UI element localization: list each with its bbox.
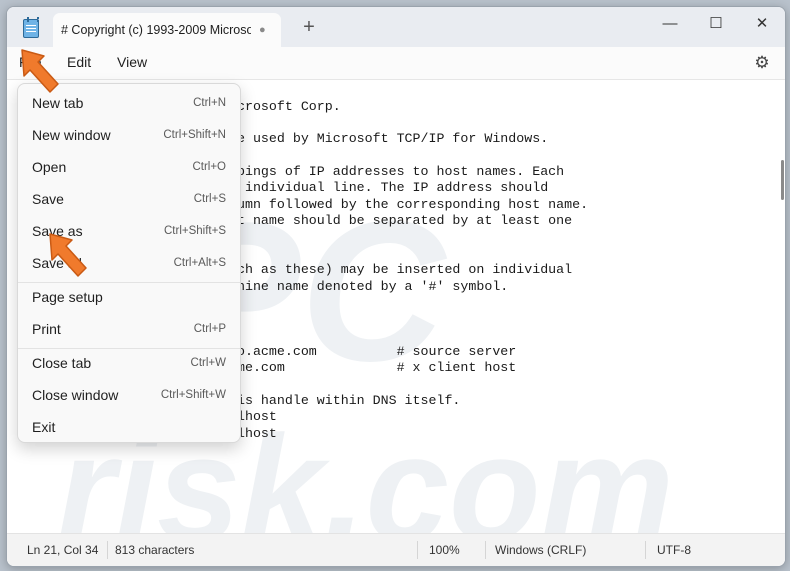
menu-item-label: Print [32,321,61,337]
vertical-scrollbar[interactable] [781,160,784,200]
text-line: chine name denoted by a '#' symbol. [229,279,509,294]
menu-view[interactable]: View [117,54,147,70]
menu-item-label: New tab [32,95,84,111]
menu-item-label: Save as [32,223,83,239]
menu-item-label: Open [32,159,67,175]
menu-item-shortcut: Ctrl+Shift+W [160,389,226,401]
notepad-icon [23,17,39,38]
menu-item-label: Close tab [32,355,92,371]
status-bar: Ln 21, Col 34 813 characters 100% Window… [7,533,785,566]
menu-item-label: Close window [32,387,119,403]
menu-item-shortcut: Ctrl+Shift+N [163,129,226,141]
text-line: cme.com # x client host [229,360,517,375]
status-divider [485,541,486,559]
menu-item-close-tab[interactable]: Close tab Ctrl+W [22,348,236,378]
status-divider [645,541,646,559]
menu-item-shortcut: Ctrl+P [193,323,226,335]
menu-item-new-tab[interactable]: New tab Ctrl+N [22,88,236,118]
unsaved-dot-icon[interactable]: ● [259,24,266,36]
status-divider [417,541,418,559]
menu-item-shortcut: Ctrl+O [192,161,226,173]
text-line: st name should be separated by at least … [229,213,573,228]
menu-item-shortcut: Ctrl+Alt+S [173,257,226,269]
menu-file[interactable]: File [19,54,42,70]
notepad-window: # Copyright (c) 1993-2009 Microso ● + — … [6,6,786,567]
menu-item-label: Page setup [32,289,103,305]
line-ending[interactable]: Windows (CRLF) [495,543,586,557]
menu-item-close-window[interactable]: Close window Ctrl+Shift+W [22,380,236,410]
menu-item-label: Exit [32,419,56,435]
cursor-position: Ln 21, Col 34 [27,543,99,557]
close-button[interactable]: ✕ [739,7,785,43]
menu-item-save-as[interactable]: Save as Ctrl+Shift+S [22,216,236,246]
tab-document[interactable]: # Copyright (c) 1993-2009 Microso ● [53,13,281,47]
minimize-button[interactable]: — [647,7,693,43]
menu-item-label: Save all [32,255,82,271]
zoom-level[interactable]: 100% [429,543,460,557]
character-count: 813 characters [115,543,195,557]
menu-item-label: New window [32,127,111,143]
maximize-button[interactable]: ☐ [693,7,739,43]
menu-item-save[interactable]: Save Ctrl+S [22,184,236,214]
menu-item-new-window[interactable]: New window Ctrl+Shift+N [22,120,236,150]
menu-item-label: Save [32,191,64,207]
text-line: lumn followed by the corresponding host … [229,197,589,212]
text-line: is handle within DNS itself. [229,393,461,408]
text-line: no.acme.com # source server [229,344,517,359]
menu-item-exit[interactable]: Exit [22,412,236,442]
menu-item-shortcut: Ctrl+S [193,193,226,205]
file-menu-dropdown: New tab Ctrl+N New window Ctrl+Shift+N O… [17,83,241,443]
gear-icon[interactable]: ⚙ [753,54,771,72]
tab-title: # Copyright (c) 1993-2009 Microso [61,23,251,37]
menu-item-shortcut: Ctrl+Shift+S [164,225,226,237]
new-tab-button[interactable]: + [297,15,321,39]
text-line: n individual line. The IP address should [229,180,549,195]
status-divider [107,541,108,559]
menu-item-print[interactable]: Print Ctrl+P [22,314,236,344]
menu-item-shortcut: Ctrl+N [193,97,226,109]
menu-item-shortcut: Ctrl+W [190,357,226,369]
menu-item-page-setup[interactable]: Page setup [22,282,236,312]
text-line: uch as these) may be inserted on individ… [229,262,573,277]
menu-item-save-all[interactable]: Save all Ctrl+Alt+S [22,248,236,278]
menu-bar: File Edit View ⚙ [7,47,785,80]
menu-edit[interactable]: Edit [67,54,91,70]
text-line: le used by Microsoft TCP/IP for Windows. [229,131,549,146]
text-line: icrosoft Corp. [229,99,341,114]
title-bar: # Copyright (c) 1993-2009 Microso ● + — … [7,7,785,47]
menu-item-open[interactable]: Open Ctrl+O [22,152,236,182]
encoding[interactable]: UTF-8 [657,543,691,557]
text-line: ppings of IP addresses to host names. Ea… [229,164,565,179]
